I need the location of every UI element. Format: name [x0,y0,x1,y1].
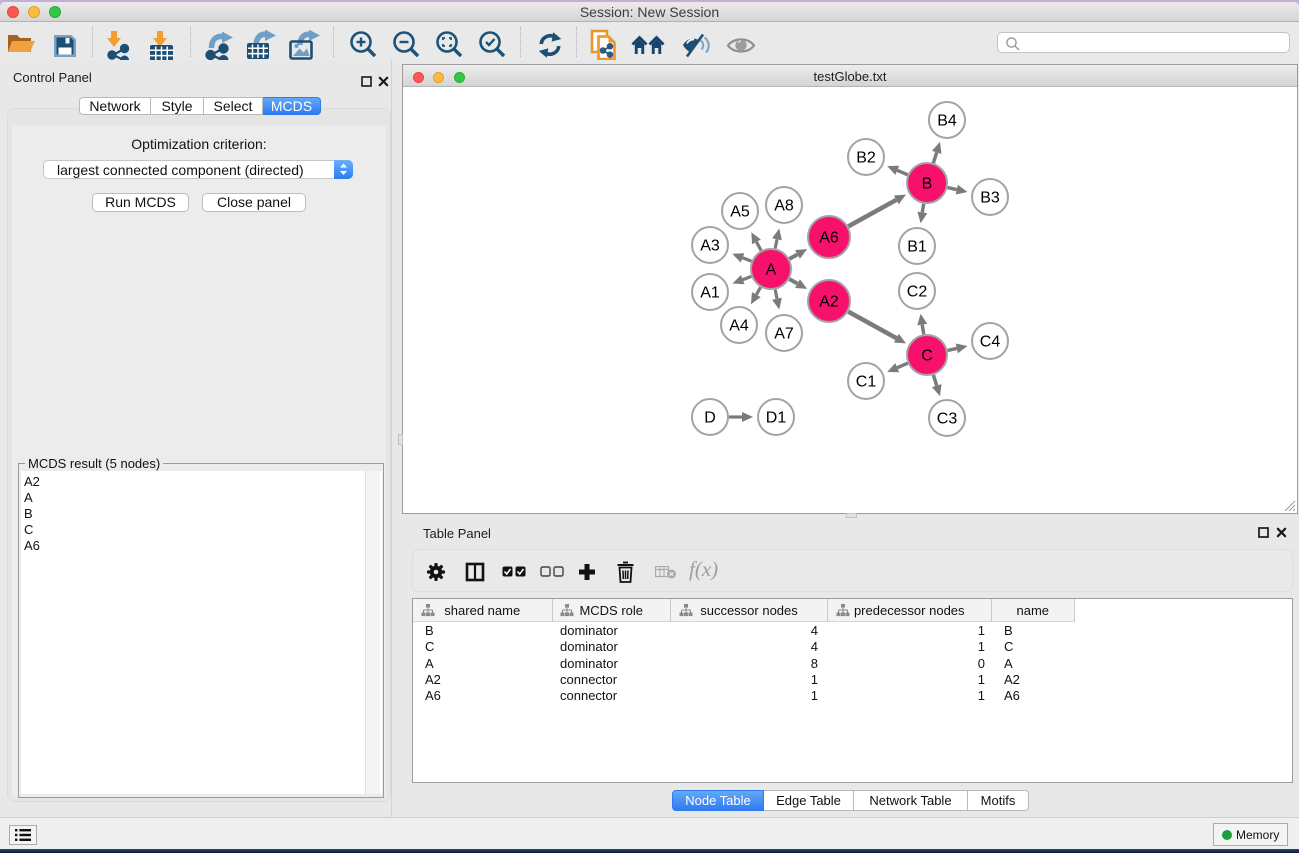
svg-text:C: C [921,348,933,365]
svg-text:B2: B2 [856,150,876,167]
svg-text:A8: A8 [774,198,794,215]
svg-text:C2: C2 [907,284,928,301]
svg-text:D1: D1 [766,410,787,427]
svg-text:A7: A7 [774,326,794,343]
svg-text:A4: A4 [729,318,749,335]
svg-text:C3: C3 [937,411,958,428]
svg-text:C4: C4 [980,334,1001,351]
svg-text:A5: A5 [730,204,750,221]
svg-text:C1: C1 [856,374,877,391]
svg-text:B1: B1 [907,239,927,256]
svg-text:A2: A2 [819,294,839,311]
svg-text:A6: A6 [819,230,839,247]
svg-text:A1: A1 [700,285,720,302]
svg-text:B: B [922,176,933,193]
svg-text:B4: B4 [937,113,957,130]
svg-text:A3: A3 [700,238,720,255]
svg-text:D: D [704,410,716,427]
svg-text:A: A [766,262,777,279]
svg-text:B3: B3 [980,190,1000,207]
